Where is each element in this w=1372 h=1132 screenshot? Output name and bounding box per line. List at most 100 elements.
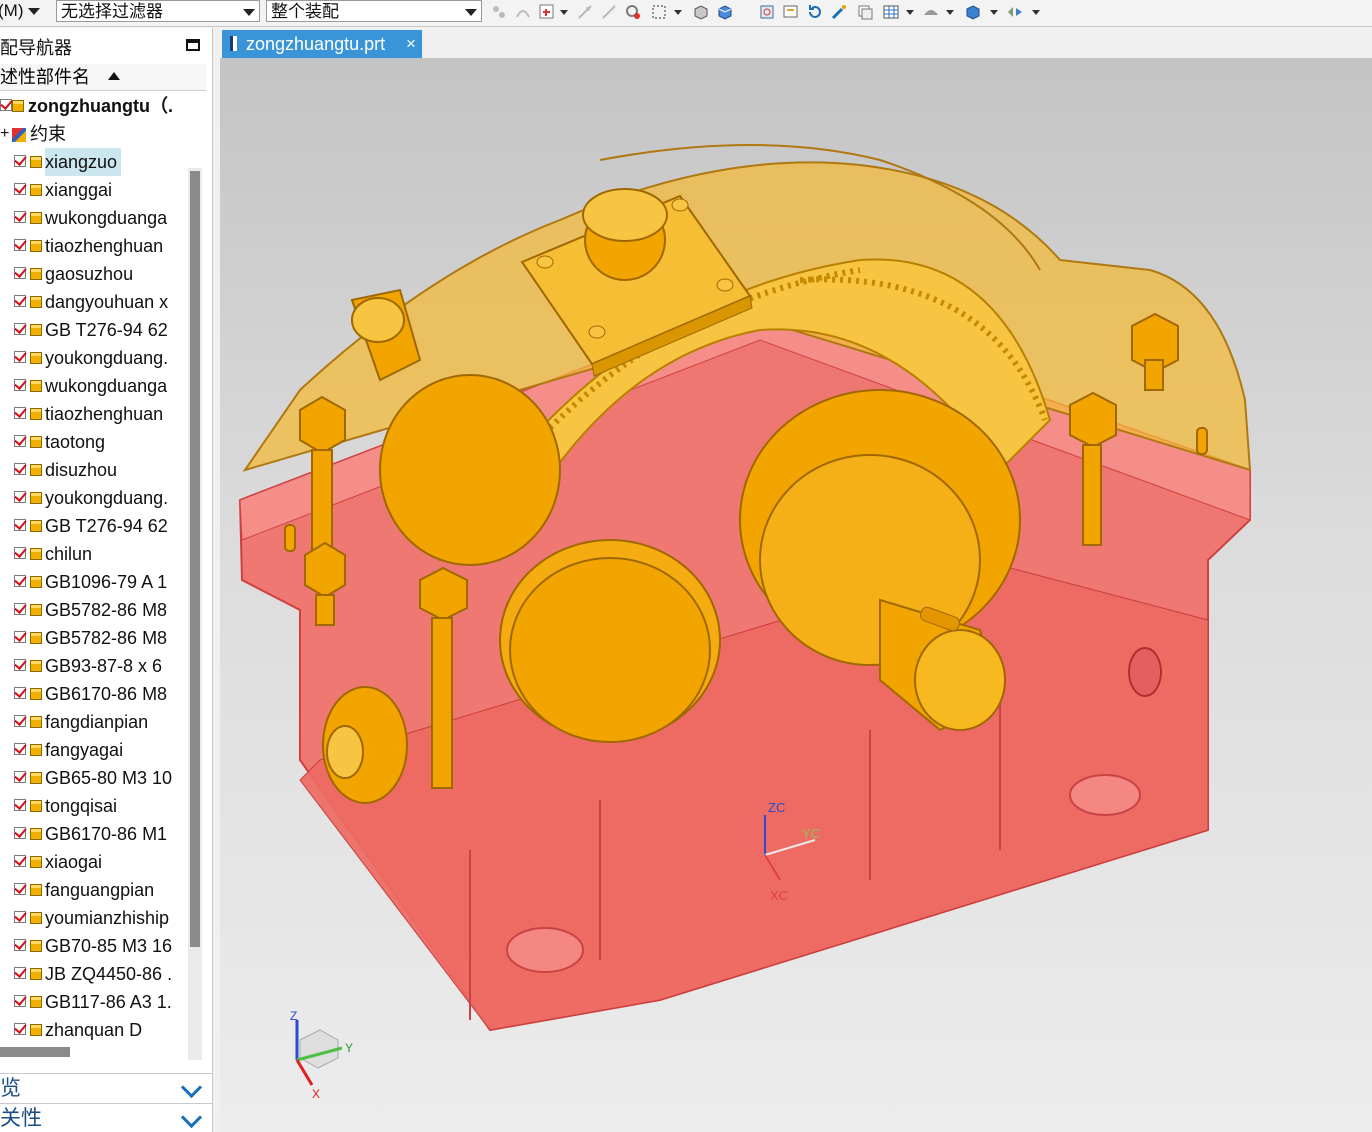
tree-component-node[interactable]: zhanquan D — [0, 1016, 184, 1044]
checkbox-icon[interactable] — [14, 1023, 26, 1035]
checkbox-icon[interactable] — [14, 463, 26, 475]
checkbox-icon[interactable] — [14, 771, 26, 783]
tree-component-node[interactable]: chilun — [0, 540, 184, 568]
visibility-icon[interactable] — [1006, 3, 1024, 21]
checkbox-icon[interactable] — [14, 911, 26, 923]
checkbox-icon[interactable] — [14, 743, 26, 755]
tree-component-node[interactable]: GB T276-94 62 — [0, 316, 184, 344]
checkbox-icon[interactable] — [14, 995, 26, 1007]
tree-component-node[interactable]: taotong — [0, 428, 184, 456]
tree-component-node[interactable]: wukongduanga — [0, 372, 184, 400]
tree-component-node[interactable]: wukongduanga — [0, 204, 184, 232]
chevron-down-icon[interactable] — [674, 10, 682, 15]
checkbox-icon[interactable] — [0, 99, 12, 111]
tree-component-node[interactable]: disuzhou — [0, 456, 184, 484]
checkbox-icon[interactable] — [14, 799, 26, 811]
tree-component-node[interactable]: tiaozhenghuan — [0, 400, 184, 428]
checkbox-icon[interactable] — [14, 407, 26, 419]
tree-component-node[interactable]: dangyouhuan x — [0, 288, 184, 316]
tree-component-node[interactable]: JB ZQ4450-86 . — [0, 960, 184, 988]
checkbox-icon[interactable] — [14, 183, 26, 195]
tree-component-node[interactable]: GB6170-86 M1 — [0, 820, 184, 848]
checkbox-icon[interactable] — [14, 575, 26, 587]
checkbox-icon[interactable] — [14, 659, 26, 671]
checkbox-icon[interactable] — [14, 631, 26, 643]
tree-component-node[interactable]: xiangzuo — [0, 148, 184, 176]
tree-component-node[interactable]: youmianzhiship — [0, 904, 184, 932]
tab-zongzhuangtu[interactable]: zongzhuangtu.prt × — [222, 30, 422, 58]
checkbox-icon[interactable] — [14, 687, 26, 699]
tree-component-node[interactable]: tongqisai — [0, 792, 184, 820]
tree-component-node[interactable]: fangdianpian — [0, 708, 184, 736]
view-shaded-icon[interactable] — [692, 3, 710, 21]
properties-section[interactable]: 关性 — [0, 1103, 212, 1132]
selection-filter-dropdown[interactable]: 无选择过滤器 — [56, 0, 260, 22]
expand-plus-icon[interactable]: + — [0, 120, 9, 148]
column-header[interactable]: 述性部件名 — [0, 64, 206, 91]
tree-component-node[interactable]: xianggai — [0, 176, 184, 204]
checkbox-icon[interactable] — [14, 715, 26, 727]
tree-component-node[interactable]: GB T276-94 62 — [0, 512, 184, 540]
chevron-down-icon[interactable] — [906, 10, 914, 15]
checkbox-icon[interactable] — [14, 939, 26, 951]
tree-constraints-node[interactable]: + 约束 — [0, 120, 184, 148]
maximize-icon[interactable] — [186, 39, 200, 51]
grid-view-icon[interactable] — [882, 3, 900, 21]
tree-component-node[interactable]: GB70-85 M3 16 — [0, 932, 184, 960]
checkbox-icon[interactable] — [14, 379, 26, 391]
checkbox-icon[interactable] — [14, 267, 26, 279]
snap-point-icon[interactable] — [490, 3, 508, 21]
close-icon[interactable]: × — [406, 30, 416, 58]
chevron-down-icon[interactable] — [946, 10, 954, 15]
tree-component-node[interactable]: youkongduang. — [0, 484, 184, 512]
tree-component-node[interactable]: GB65-80 M3 10 — [0, 764, 184, 792]
checkbox-icon[interactable] — [14, 883, 26, 895]
tree-component-node[interactable]: gaosuzhou — [0, 260, 184, 288]
render-style-icon[interactable] — [922, 3, 940, 21]
tree-component-node[interactable]: GB93-87-8 x 6 — [0, 652, 184, 680]
tree-component-node[interactable]: GB5782-86 M8 — [0, 596, 184, 624]
select-feature-icon[interactable] — [624, 3, 642, 21]
horizontal-scroll-thumb[interactable] — [0, 1047, 70, 1057]
checkbox-icon[interactable] — [14, 547, 26, 559]
snap-midpoint-icon[interactable] — [600, 3, 618, 21]
checkbox-icon[interactable] — [14, 351, 26, 363]
checkbox-icon[interactable] — [14, 211, 26, 223]
layer-icon[interactable] — [856, 3, 874, 21]
tree-component-node[interactable]: GB6170-86 M8 — [0, 680, 184, 708]
zoom-icon[interactable] — [782, 3, 800, 21]
checkbox-icon[interactable] — [14, 603, 26, 615]
snap-endpoint-icon[interactable] — [576, 3, 594, 21]
preview-section[interactable]: 览 — [0, 1073, 212, 1102]
tree-root-node[interactable]: zongzhuangtu（. — [0, 92, 184, 120]
rectangle-select-icon[interactable] — [650, 3, 668, 21]
assembly-scope-dropdown[interactable]: 整个装配 — [266, 0, 482, 22]
checkbox-icon[interactable] — [14, 855, 26, 867]
tree-component-node[interactable]: fanguangpian — [0, 876, 184, 904]
fit-view-icon[interactable] — [758, 3, 776, 21]
menu-combo[interactable]: (M) — [0, 0, 42, 22]
checkbox-icon[interactable] — [14, 827, 26, 839]
rotate-icon[interactable] — [806, 3, 824, 21]
select-region-icon[interactable] — [538, 3, 556, 21]
chevron-down-icon[interactable] — [1032, 10, 1040, 15]
checkbox-icon[interactable] — [14, 155, 26, 167]
cube-icon[interactable] — [716, 3, 734, 21]
chevron-down-icon[interactable] — [560, 10, 568, 15]
tree-component-node[interactable]: GB1096-79 A 1 — [0, 568, 184, 596]
vertical-scroll-thumb[interactable] — [190, 171, 200, 947]
pan-icon[interactable] — [830, 3, 848, 21]
snap-arc-icon[interactable] — [514, 3, 532, 21]
tree-component-node[interactable]: GB117-86 A3 1. — [0, 988, 184, 1016]
tree-component-node[interactable]: youkongduang. — [0, 344, 184, 372]
checkbox-icon[interactable] — [14, 435, 26, 447]
graphics-viewport[interactable]: ZC YC XC Z Y X — [220, 58, 1372, 1132]
checkbox-icon[interactable] — [14, 491, 26, 503]
tree-component-node[interactable]: xiaogai — [0, 848, 184, 876]
tree-component-node[interactable]: tiaozhenghuan — [0, 232, 184, 260]
tree-component-node[interactable]: fangyagai — [0, 736, 184, 764]
checkbox-icon[interactable] — [14, 295, 26, 307]
checkbox-icon[interactable] — [14, 239, 26, 251]
orient-view-icon[interactable] — [964, 3, 982, 21]
checkbox-icon[interactable] — [14, 323, 26, 335]
